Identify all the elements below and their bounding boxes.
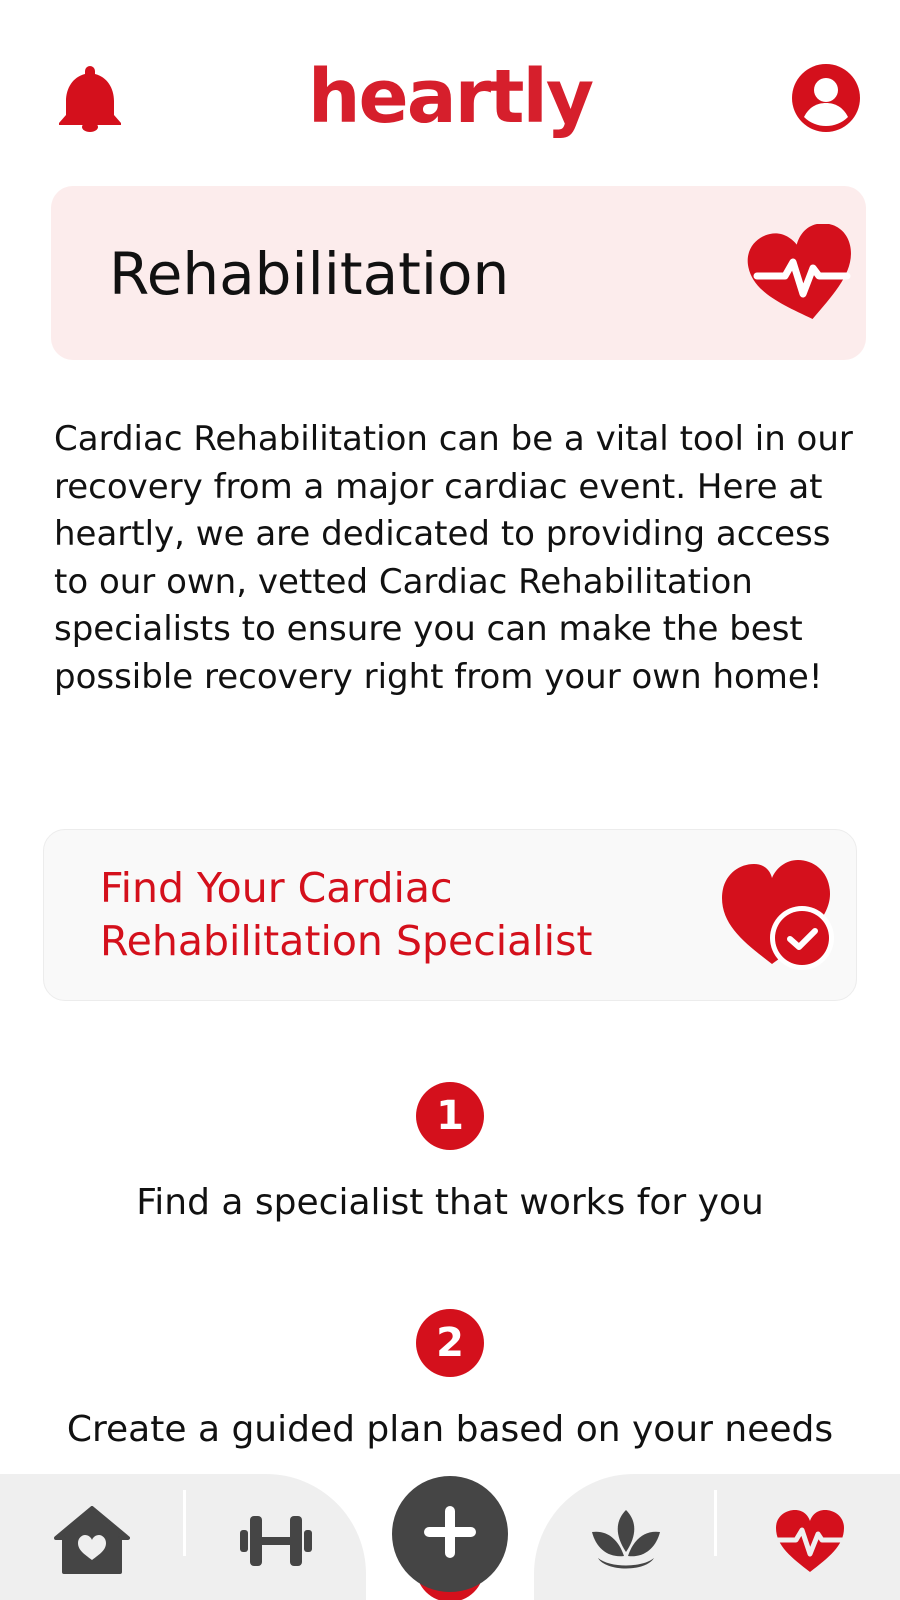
heartbeat-icon xyxy=(747,224,851,319)
step-1: 1 Find a specialist that works for you xyxy=(0,1082,900,1226)
heartbeat-icon[interactable] xyxy=(772,1506,848,1576)
app-logo: heartly xyxy=(307,54,594,140)
page-title: Rehabilitation xyxy=(109,240,510,308)
cta-label-line1: Find Your Cardiac xyxy=(100,864,453,912)
dumbbell-icon[interactable] xyxy=(238,1506,314,1576)
step-text: Find a specialist that works for you xyxy=(136,1182,764,1223)
nav-divider xyxy=(714,1490,717,1556)
add-button[interactable] xyxy=(392,1476,508,1592)
cta-label: Find Your Cardiac Rehabilitation Special… xyxy=(100,862,660,968)
step-2: 2 Create a guided plan based on your nee… xyxy=(0,1309,900,1453)
step-number-badge: 2 xyxy=(416,1309,484,1377)
step-text: Create a guided plan based on your needs xyxy=(66,1409,834,1450)
top-bar: heartly xyxy=(0,0,900,180)
step-number-badge: 1 xyxy=(416,1082,484,1150)
nav-divider xyxy=(183,1490,186,1556)
user-icon[interactable] xyxy=(792,64,860,132)
bottom-nav xyxy=(0,1474,900,1600)
cta-label-line2: Rehabilitation Specialist xyxy=(100,917,593,965)
hero-card: Rehabilitation xyxy=(51,186,866,360)
heart-check-icon xyxy=(722,860,834,970)
lotus-icon[interactable] xyxy=(588,1506,664,1576)
home-heart-icon[interactable] xyxy=(54,1506,130,1576)
find-specialist-button[interactable]: Find Your Cardiac Rehabilitation Special… xyxy=(43,829,857,1001)
intro-paragraph: Cardiac Rehabilitation can be a vital to… xyxy=(54,419,853,697)
plus-icon xyxy=(424,1506,476,1558)
